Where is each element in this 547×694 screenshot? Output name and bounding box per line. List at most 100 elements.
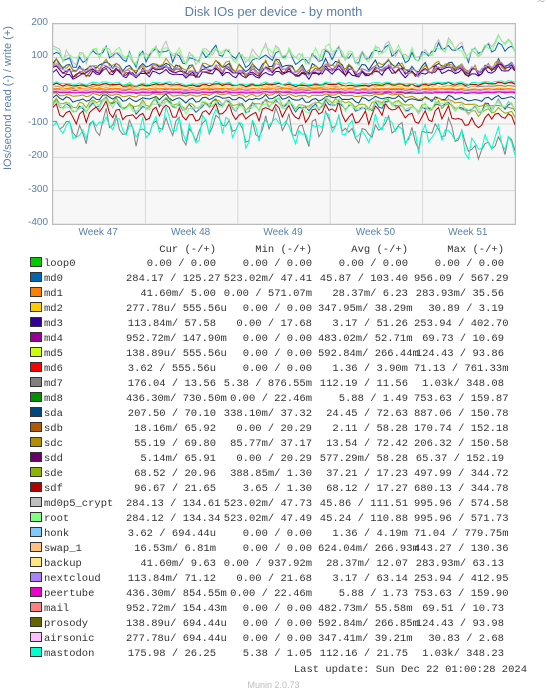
legend-row: md0p5_crypt284.13 / 134.61523.02m/ 47.73… (30, 497, 547, 512)
legend-value-min: 523.02m/ 47.49 (222, 513, 318, 526)
legend-value-max: 206.32 / 150.58 (414, 438, 510, 451)
legend-value-min: 0.00 / 0.00 (222, 528, 318, 541)
legend-value-cur: 436.30m/ 854.55m (126, 588, 222, 601)
legend-swatch (30, 542, 42, 552)
legend-series-name: nextcloud (44, 573, 126, 586)
legend-value-avg: 37.21 / 17.23 (318, 468, 414, 481)
legend-value-cur: 3.62 / 694.44u (126, 528, 222, 541)
legend-value-min: 0.00 / 17.68 (222, 318, 318, 331)
legend-value-avg: 28.37m/ 6.23 (318, 288, 414, 301)
legend-value-max: 680.13 / 344.78 (414, 483, 510, 496)
legend-value-max: 1.03k/ 348.08 (414, 378, 510, 391)
legend-series-name: mastodon (44, 648, 126, 661)
legend-value-cur: 5.14m/ 65.91 (126, 453, 222, 466)
legend-value-cur: 284.17 / 125.27 (126, 273, 222, 286)
legend-series-name: md4 (44, 333, 126, 346)
legend-swatch (30, 407, 42, 417)
legend-value-avg: 3.17 / 51.26 (318, 318, 414, 331)
legend-value-min: 85.77m/ 37.17 (222, 438, 318, 451)
legend-swatch (30, 512, 42, 522)
y-tick: 0 (20, 84, 48, 95)
legend-value-max: 995.96 / 574.58 (414, 498, 510, 511)
x-tick: Week 47 (52, 227, 144, 238)
legend-value-max: 253.94 / 412.95 (414, 573, 510, 586)
legend-value-avg: 577.29m/ 58.28 (318, 453, 414, 466)
legend-swatch (30, 467, 42, 477)
legend-series-name: backup (44, 558, 126, 571)
legend-value-avg: 5.88 / 1.73 (318, 588, 414, 601)
legend-series-name: root (44, 513, 126, 526)
legend-table: Cur (-/+)Min (-/+)Avg (-/+)Max (-/+) loo… (30, 244, 547, 662)
legend-value-avg: 347.95m/ 38.29m (318, 303, 414, 316)
legend-value-cur: 176.04 / 13.56 (126, 378, 222, 391)
legend-row: md141.60m/ 5.000.00 / 571.07m28.37m/ 6.2… (30, 287, 547, 302)
legend-value-cur: 113.84m/ 57.58 (126, 318, 222, 331)
legend-swatch (30, 377, 42, 387)
legend-row: sda207.50 / 70.10338.10m/ 37.3224.45 / 7… (30, 407, 547, 422)
legend-value-cur: 277.78u/ 555.56u (126, 303, 222, 316)
legend-value-avg: 13.54 / 72.42 (318, 438, 414, 451)
legend-value-cur: 277.78u/ 694.44u (126, 633, 222, 646)
legend-value-avg: 592.84m/ 266.44m (318, 348, 414, 361)
legend-row: loop00.00 / 0.000.00 / 0.000.00 / 0.000.… (30, 257, 547, 272)
legend-value-min: 0.00 / 0.00 (222, 303, 318, 316)
legend-value-avg: 3.17 / 63.14 (318, 573, 414, 586)
legend-series-name: md1 (44, 288, 126, 301)
x-tick: Week 51 (422, 227, 514, 238)
chart-container: IOs/second read (-) / write (+) RRDTOOL … (0, 0, 547, 694)
legend-swatch (30, 347, 42, 357)
legend-series-name: loop0 (44, 258, 126, 271)
legend-series-name: swap_1 (44, 543, 126, 556)
legend-value-max: 956.09 / 567.29 (414, 273, 510, 286)
legend-swatch (30, 602, 42, 612)
legend-value-min: 0.00 / 0.00 (222, 603, 318, 616)
legend-row: peertube436.30m/ 854.55m0.00 / 22.46m5.8… (30, 587, 547, 602)
legend-value-max: 995.96 / 571.73 (414, 513, 510, 526)
legend-swatch (30, 257, 42, 267)
legend-row: sdb18.16m/ 65.920.00 / 20.292.11 / 58.28… (30, 422, 547, 437)
legend-value-min: 0.00 / 0.00 (222, 258, 318, 271)
legend-row: backup41.60m/ 9.630.00 / 937.92m28.37m/ … (30, 557, 547, 572)
x-tick: Week 48 (144, 227, 236, 238)
series-line (53, 108, 515, 159)
legend-value-min: 0.00 / 0.00 (222, 633, 318, 646)
legend-value-cur: 952.72m/ 147.90m (126, 333, 222, 346)
legend-swatch (30, 422, 42, 432)
legend-value-cur: 3.62 / 555.56u (126, 363, 222, 376)
y-tick: -100 (20, 117, 48, 128)
legend-value-avg: 45.24 / 110.88 (318, 513, 414, 526)
legend-header-cell: Min (-/+) (222, 244, 318, 257)
y-tick: 100 (20, 50, 48, 61)
legend-value-cur: 41.60m/ 9.63 (126, 558, 222, 571)
legend-value-max: 124.43 / 93.86 (414, 348, 510, 361)
legend-value-min: 0.00 / 0.00 (222, 543, 318, 556)
legend-series-name: peertube (44, 588, 126, 601)
legend-swatch (30, 647, 42, 657)
legend-value-min: 388.85m/ 1.30 (222, 468, 318, 481)
legend-row: mail952.72m/ 154.43m0.00 / 0.00482.73m/ … (30, 602, 547, 617)
legend-value-avg: 1.36 / 3.90m (318, 363, 414, 376)
series-line (53, 36, 515, 66)
legend-series-name: md0p5_crypt (44, 498, 126, 511)
legend-value-cur: 0.00 / 0.00 (126, 258, 222, 271)
legend-value-min: 0.00 / 571.07m (222, 288, 318, 301)
legend-swatch (30, 497, 42, 507)
legend-value-avg: 24.45 / 72.63 (318, 408, 414, 421)
legend-row: md0284.17 / 125.27523.02m/ 47.4145.87 / … (30, 272, 547, 287)
legend-value-min: 0.00 / 22.46m (222, 393, 318, 406)
legend-value-cur: 284.12 / 134.34 (126, 513, 222, 526)
legend-row: md4952.72m/ 147.90m0.00 / 0.00483.02m/ 5… (30, 332, 547, 347)
legend-value-cur: 436.30m/ 730.50m (126, 393, 222, 406)
legend-value-min: 338.10m/ 37.32 (222, 408, 318, 421)
legend-row: airsonic277.78u/ 694.44u0.00 / 0.00347.4… (30, 632, 547, 647)
legend-row: prosody138.89u/ 694.44u0.00 / 0.00592.84… (30, 617, 547, 632)
legend-swatch (30, 287, 42, 297)
legend-value-min: 0.00 / 20.29 (222, 423, 318, 436)
legend-value-max: 497.99 / 344.72 (414, 468, 510, 481)
legend-row: nextcloud113.84m/ 71.120.00 / 21.683.17 … (30, 572, 547, 587)
legend-value-avg: 112.19 / 11.56 (318, 378, 414, 391)
legend-value-max: 69.73 / 10.69 (414, 333, 510, 346)
x-tick: Week 49 (237, 227, 329, 238)
legend-value-min: 0.00 / 21.68 (222, 573, 318, 586)
legend-series-name: sdf (44, 483, 126, 496)
